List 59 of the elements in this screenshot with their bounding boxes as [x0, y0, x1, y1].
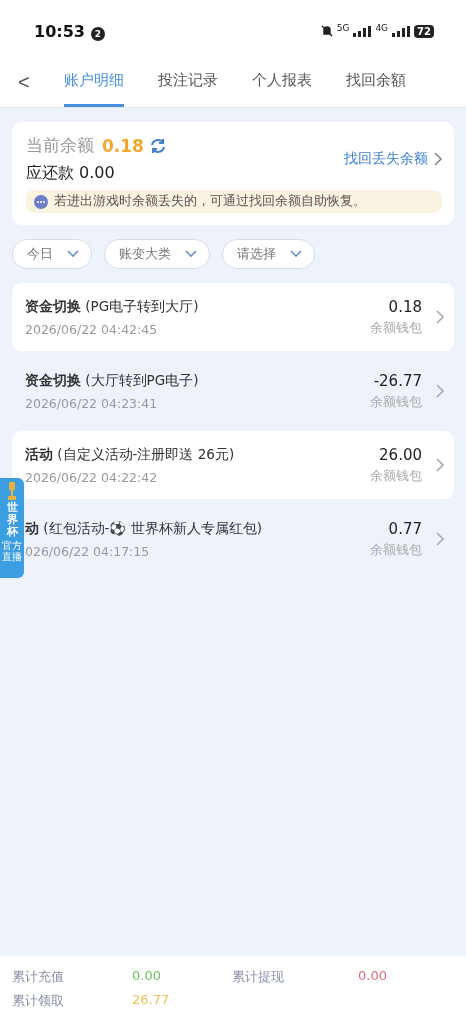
clock-time: 10:53	[34, 21, 85, 41]
record-time: 026/06/22 04:17:15	[25, 543, 151, 559]
message-icon	[34, 194, 48, 209]
refresh-icon[interactable]	[148, 136, 167, 155]
record-title: 资金切换 (PG电子转到大厅)	[25, 297, 199, 316]
chevron-right-icon	[434, 152, 442, 166]
record-time: 2026/06/22 04:22:42	[25, 469, 159, 485]
repayment-text: 应还款 0.00	[26, 163, 116, 184]
summary-value: 26.77	[132, 992, 171, 1009]
summary-label: 累计提现	[232, 968, 285, 986]
chevron-down-icon	[185, 250, 197, 258]
summary-value: 0.00	[358, 968, 388, 985]
record-row[interactable]: 资金切换 (大厅转到PG电子) 2026/06/22 04:23:41 -26.77 余额钱包	[25, 357, 454, 425]
badge-title: 世界杯	[6, 502, 18, 539]
record-row[interactable]: 动 (红包活动-⚽ 世界杯新人专属红包) 026/06/22 04:17:15 0.77 余额钱包	[25, 505, 454, 573]
filter-dropdown[interactable]: 请选择	[222, 239, 315, 269]
filter-dropdown[interactable]: 今日	[12, 239, 92, 269]
balance-amount: 0.18	[102, 135, 144, 156]
tab[interactable]: 账户明细	[64, 62, 124, 107]
signal-icon	[392, 25, 411, 37]
record-amount: -26.77	[373, 371, 422, 390]
tab[interactable]: 找回余額	[346, 62, 406, 107]
badge-subtitle: 官方直播	[2, 540, 22, 563]
record-time: 2026/06/22 04:42:45	[25, 321, 159, 337]
notification-count: 2	[90, 26, 105, 41]
tab[interactable]: 个人报表	[252, 62, 312, 107]
recover-balance-link[interactable]: 找回丢失余额	[344, 150, 442, 168]
record-amount: 0.18	[388, 297, 422, 316]
network-label: 5G	[336, 22, 350, 33]
wallet-label: 余额钱包	[370, 467, 422, 485]
filter-dropdown[interactable]: 账变大类	[104, 239, 210, 269]
chevron-down-icon	[67, 250, 79, 258]
summary-label: 累计领取	[12, 992, 65, 1010]
record-row[interactable]: 活动 (自定义活动-注册即送 26元) 2026/06/22 04:22:42 26.00 余额钱包	[12, 431, 454, 499]
record-row[interactable]: 资金切换 (PG电子转到大厅) 2026/06/22 04:42:45 0.18 余额钱包	[12, 283, 454, 351]
chevron-right-icon	[436, 310, 444, 324]
battery-level: 72	[414, 24, 434, 38]
summary-label: 累计充值	[12, 968, 65, 986]
trophy-icon	[7, 482, 17, 500]
notice-text: 若进出游戏时余额丢失的，可通过找回余额自助恢复。	[54, 193, 366, 210]
chevron-right-icon	[436, 458, 444, 472]
signal-icon	[353, 25, 372, 37]
record-title: 活动 (自定义活动-注册即送 26元)	[25, 445, 235, 464]
record-time: 2026/06/22 04:23:41	[25, 395, 159, 411]
back-button[interactable]: <	[0, 62, 64, 107]
wallet-label: 余额钱包	[370, 541, 422, 559]
wallet-label: 余额钱包	[370, 393, 422, 411]
chevron-down-icon	[290, 250, 302, 258]
network-label: 4G	[375, 22, 389, 33]
record-title: 动 (红包活动-⚽ 世界杯新人专属红包)	[25, 519, 262, 538]
chevron-right-icon	[436, 384, 444, 398]
wallet-label: 余额钱包	[370, 319, 422, 337]
chevron-right-icon	[436, 532, 444, 546]
record-amount: 0.77	[388, 519, 422, 538]
record-amount: 26.00	[379, 445, 422, 464]
tab[interactable]: 投注记录	[158, 62, 218, 107]
record-title: 资金切换 (大厅转到PG电子)	[25, 371, 199, 390]
summary-value: 0.00	[132, 968, 162, 985]
balance-label: 当前余额	[26, 134, 94, 157]
